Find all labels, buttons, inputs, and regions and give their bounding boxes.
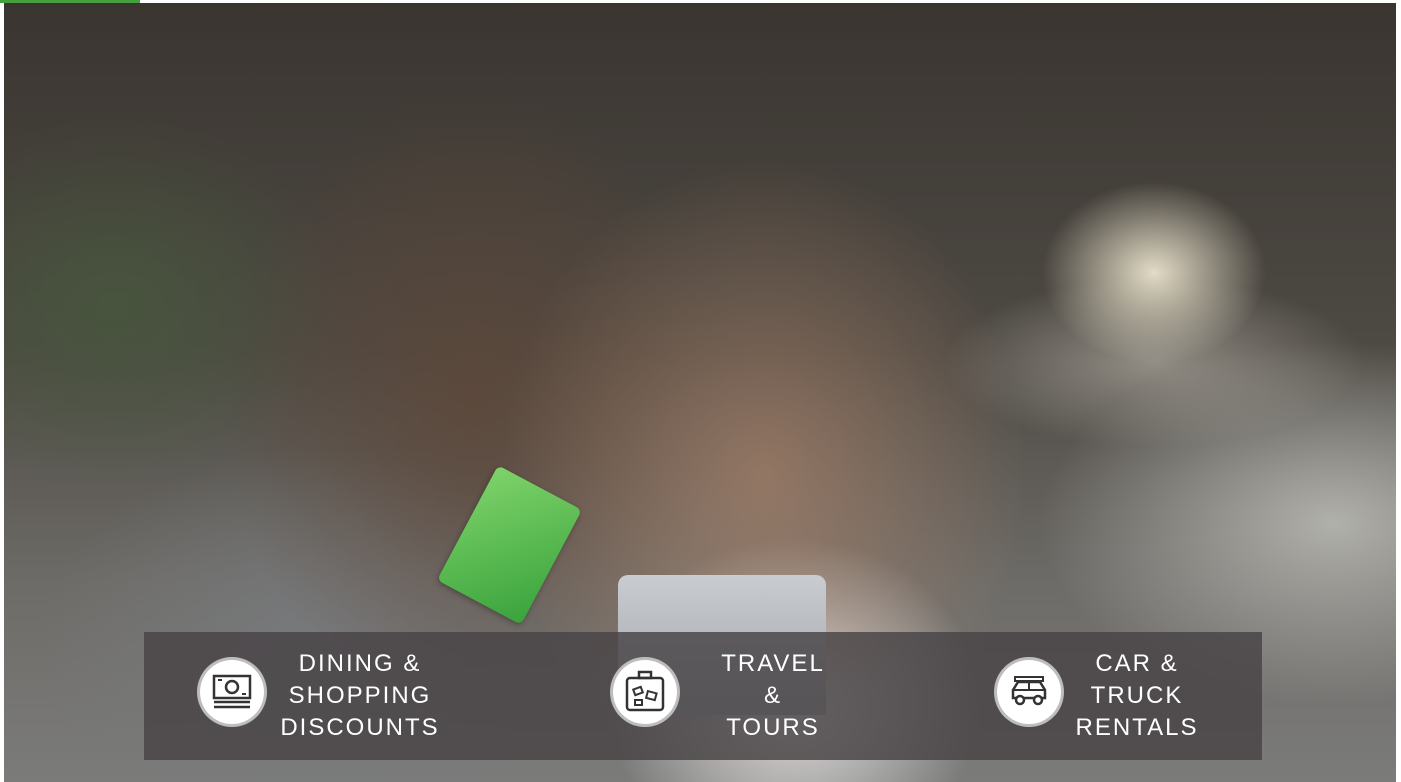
- feature-dining-shopping-label: DINING & SHOPPING DISCOUNTS: [270, 648, 450, 744]
- feature-travel-tours-label: TRAVEL & TOURS: [683, 648, 863, 744]
- feature-label-line: SHOPPING: [288, 682, 432, 709]
- hero-banner: DINING & SHOPPING DISCOUNTS TRAVEL & TOU…: [0, 0, 1401, 782]
- feature-car-truck-rentals-label: CAR & TRUCK RENTALS: [1047, 648, 1227, 744]
- feature-label-line: CAR &: [1095, 650, 1179, 677]
- money-bill-icon: [200, 660, 264, 724]
- feature-label-line: TOURS: [726, 714, 820, 741]
- feature-label-line: DINING &: [298, 650, 422, 677]
- feature-label-line: TRAVEL: [721, 650, 825, 677]
- feature-dining-shopping[interactable]: DINING & SHOPPING DISCOUNTS: [200, 632, 500, 760]
- feature-label-line: RENTALS: [1075, 714, 1199, 741]
- luggage-icon: [613, 660, 677, 724]
- feature-label-line: DISCOUNTS: [280, 714, 440, 741]
- feature-bar: DINING & SHOPPING DISCOUNTS TRAVEL & TOU…: [144, 632, 1262, 760]
- feature-label-line: &: [763, 682, 782, 709]
- feature-travel-tours[interactable]: TRAVEL & TOURS: [613, 632, 873, 760]
- feature-car-truck-rentals[interactable]: CAR & TRUCK RENTALS: [997, 632, 1247, 760]
- feature-label-line: TRUCK: [1090, 682, 1184, 709]
